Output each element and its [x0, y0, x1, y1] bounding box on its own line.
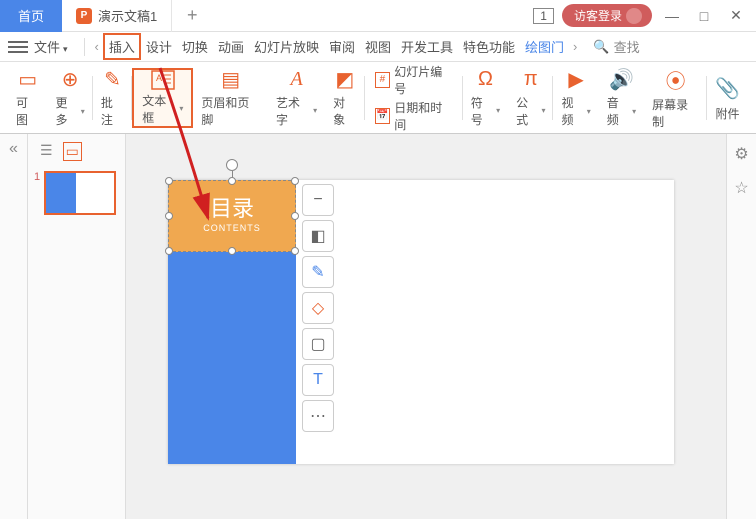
- search-box[interactable]: 🔍 查找: [593, 37, 639, 56]
- resize-handle[interactable]: [228, 247, 236, 255]
- menu-tab-slideshow[interactable]: 幻灯片放映: [249, 37, 324, 56]
- chevron-right-icon[interactable]: ›: [569, 39, 581, 54]
- thumbnail-panel: ☰ ▭ 1: [28, 134, 126, 519]
- ribbon-attachment[interactable]: 📎 附件: [707, 68, 748, 128]
- float-more[interactable]: ⋯: [302, 400, 334, 432]
- ribbon-audio[interactable]: 🔊 音频▾: [599, 68, 644, 128]
- menu-tab-insert[interactable]: 插入: [103, 33, 141, 60]
- presentation-icon: P: [76, 8, 92, 24]
- titlebar-right: 1 访客登录 — □ ✕: [533, 4, 756, 28]
- menu-tab-features[interactable]: 特色功能: [458, 37, 520, 56]
- close-button[interactable]: ✕: [724, 4, 748, 28]
- maximize-button[interactable]: □: [692, 4, 716, 28]
- resize-handle[interactable]: [228, 177, 236, 185]
- ribbon-wordart[interactable]: A 艺术字▾: [268, 68, 325, 128]
- headerfooter-icon: ▤: [221, 67, 240, 92]
- ribbon-symbol[interactable]: Ω 符号▾: [463, 68, 508, 128]
- rotate-handle[interactable]: [226, 159, 238, 171]
- chevron-left-icon[interactable]: ‹: [91, 39, 103, 54]
- slide[interactable]: 目录 CONTENTS: [168, 180, 674, 464]
- ribbon-video[interactable]: ▶ 视频▾: [553, 68, 598, 128]
- svg-text:A: A: [156, 73, 162, 83]
- wordart-icon: A: [290, 68, 302, 92]
- canvas-area[interactable]: 目录 CONTENTS − ◧ ✎ ◇ ▢ T ⋯: [126, 134, 726, 519]
- textbox-icon: A: [151, 70, 175, 90]
- left-toolstrip: «: [0, 134, 28, 519]
- ribbon-numberdate: #幻灯片编号 📅日期和时间: [365, 68, 463, 128]
- float-edit[interactable]: ✎: [302, 256, 334, 288]
- resize-handle[interactable]: [165, 177, 173, 185]
- resize-handle[interactable]: [165, 247, 173, 255]
- minimize-button[interactable]: —: [660, 4, 684, 28]
- menu-tab-view[interactable]: 视图: [360, 37, 396, 56]
- slide-thumbnail[interactable]: [44, 171, 116, 215]
- resize-handle[interactable]: [291, 212, 299, 220]
- titlebar: 首页 P 演示文稿1 + 1 访客登录 — □ ✕: [0, 0, 756, 32]
- ribbon-more[interactable]: ⊕ 更多▾: [47, 68, 92, 128]
- slide-number: 1: [34, 171, 40, 183]
- resize-handle[interactable]: [291, 177, 299, 185]
- resize-handle[interactable]: [165, 212, 173, 220]
- video-icon: ▶: [568, 67, 583, 92]
- workspace: « ☰ ▭ 1: [0, 134, 756, 519]
- ribbon-image[interactable]: ▭ 可图: [8, 68, 47, 128]
- login-label: 访客登录: [574, 7, 622, 24]
- ribbon-textbox[interactable]: A 文本框▾: [132, 68, 193, 128]
- menu-tab-design[interactable]: 设计: [141, 37, 177, 56]
- ribbon: ▭ 可图 ⊕ 更多▾ ✎ 批注 A 文本框▾ ▤ 页眉和页脚 A 艺术字▾ ◩ …: [0, 62, 756, 134]
- menu-tab-drawing[interactable]: 绘图门: [520, 37, 569, 56]
- hamburger-icon[interactable]: [8, 41, 28, 53]
- slide-view-icon[interactable]: ▭: [63, 142, 82, 161]
- star-icon[interactable]: ☆: [734, 178, 748, 198]
- new-tab-button[interactable]: +: [172, 0, 212, 32]
- avatar-icon: [626, 8, 642, 24]
- ribbon-comment[interactable]: ✎ 批注: [93, 68, 132, 128]
- float-text[interactable]: T: [302, 364, 334, 396]
- settings-icon[interactable]: ⚙: [734, 144, 748, 164]
- notification-badge[interactable]: 1: [533, 8, 554, 24]
- symbol-icon: Ω: [478, 68, 493, 92]
- selected-textbox[interactable]: 目录 CONTENTS: [168, 180, 296, 252]
- ribbon-equation[interactable]: π 公式▾: [508, 68, 553, 128]
- search-label: 查找: [614, 37, 640, 56]
- menu-tabs: 插入 设计 切换 动画 幻灯片放映 审阅 视图 开发工具 特色功能 绘图门: [103, 33, 569, 60]
- menubar: 文件▾ ‹ 插入 设计 切换 动画 幻灯片放映 审阅 视图 开发工具 特色功能 …: [0, 32, 756, 62]
- floating-toolbar: − ◧ ✎ ◇ ▢ T ⋯: [302, 184, 334, 432]
- object-icon: ◩: [335, 67, 354, 92]
- menu-tab-animation[interactable]: 动画: [213, 37, 249, 56]
- thumbnail-item[interactable]: 1: [34, 171, 119, 215]
- right-toolstrip: ⚙ ☆: [726, 134, 756, 519]
- audio-icon: 🔊: [609, 67, 634, 92]
- float-collapse[interactable]: −: [302, 184, 334, 216]
- image-icon: ▭: [18, 67, 37, 92]
- menu-tab-transition[interactable]: 切换: [177, 37, 213, 56]
- float-frame[interactable]: ▢: [302, 328, 334, 360]
- tab-home[interactable]: 首页: [0, 0, 62, 32]
- ribbon-datetime[interactable]: 📅日期和时间: [375, 99, 453, 133]
- menu-tab-review[interactable]: 审阅: [324, 37, 360, 56]
- textbox-subtitle[interactable]: CONTENTS: [169, 223, 295, 233]
- float-shape[interactable]: ◇: [302, 292, 334, 324]
- textbox-title[interactable]: 目录: [169, 181, 295, 223]
- guest-login-button[interactable]: 访客登录: [562, 4, 652, 27]
- ribbon-screenrecord[interactable]: ⦿ 屏幕录制: [644, 68, 707, 128]
- tab-document[interactable]: P 演示文稿1: [62, 0, 172, 32]
- attachment-icon: 📎: [715, 73, 740, 103]
- float-layout[interactable]: ◧: [302, 220, 334, 252]
- menu-tab-devtools[interactable]: 开发工具: [396, 37, 458, 56]
- search-icon: 🔍: [593, 39, 609, 55]
- record-icon: ⦿: [666, 65, 686, 94]
- resize-handle[interactable]: [291, 247, 299, 255]
- comment-icon: ✎: [104, 67, 121, 92]
- equation-icon: π: [524, 68, 538, 92]
- chevron-collapse-icon[interactable]: «: [9, 140, 18, 158]
- document-title: 演示文稿1: [98, 6, 157, 25]
- more-icon: ⊕: [62, 67, 79, 92]
- outline-view-icon[interactable]: ☰: [40, 142, 53, 161]
- file-menu[interactable]: 文件▾: [34, 37, 68, 56]
- ribbon-object[interactable]: ◩ 对象: [325, 68, 364, 128]
- ribbon-slidenumber[interactable]: #幻灯片编号: [375, 63, 453, 97]
- ribbon-headerfooter[interactable]: ▤ 页眉和页脚: [193, 68, 268, 128]
